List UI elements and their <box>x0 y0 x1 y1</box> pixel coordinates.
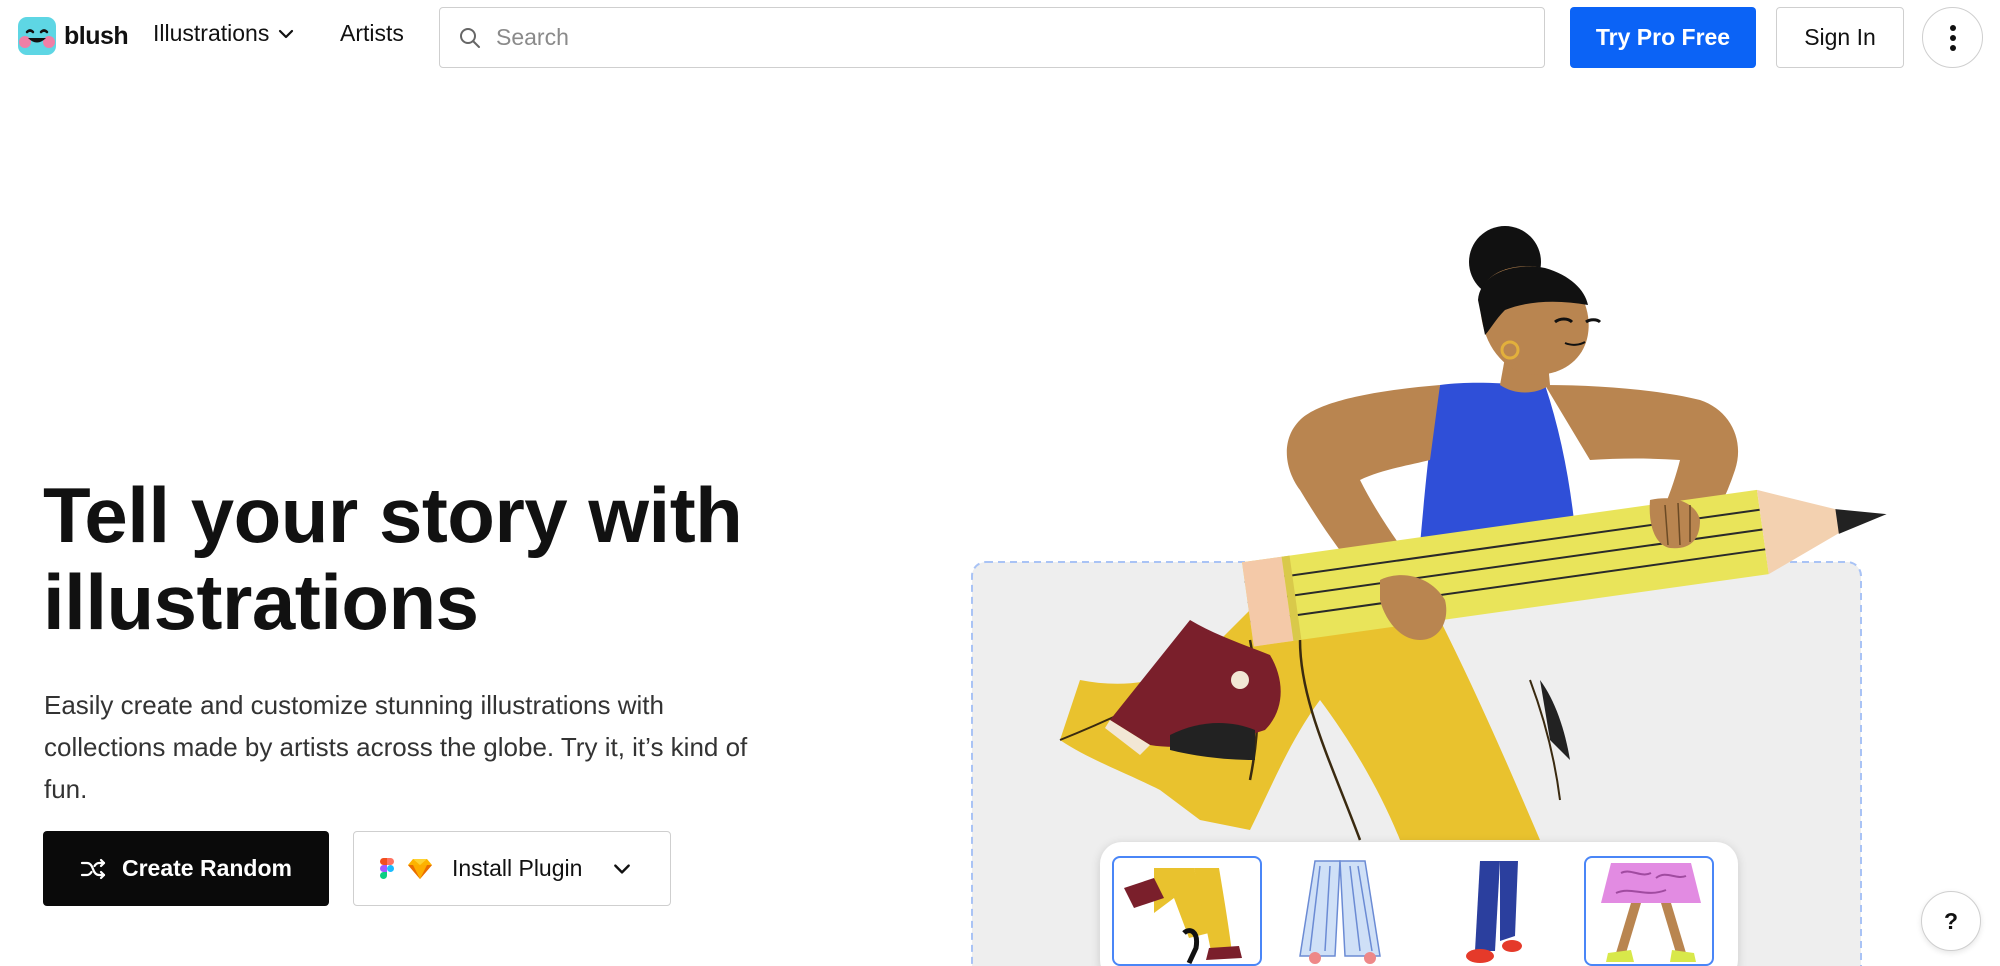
top-navbar: blush Illustrations Artists Try Pro Free… <box>0 0 2000 74</box>
try-pro-free-button[interactable]: Try Pro Free <box>1570 7 1756 68</box>
legs-variant-1-image <box>1124 868 1242 964</box>
hero-title: Tell your story with illustrations <box>43 472 863 646</box>
variant-thumb-4[interactable] <box>1584 856 1714 966</box>
legs-variant-2-image <box>1299 860 1381 964</box>
create-random-label: Create Random <box>122 855 292 881</box>
hero-subtitle-line1: Easily create and customize stunning ill… <box>44 690 664 720</box>
hero-subtitle: Easily create and customize stunning ill… <box>44 684 824 810</box>
install-plugin-label: Install Plugin <box>452 855 583 881</box>
shuffle-icon <box>80 858 106 879</box>
sign-in-button[interactable]: Sign In <box>1776 7 1904 68</box>
variant-thumb-3[interactable] <box>1440 856 1550 966</box>
nav-illustrations-dropdown[interactable]: Illustrations <box>153 20 295 47</box>
install-plugin-dropdown[interactable]: Install Plugin <box>353 831 671 906</box>
hero-subtitle-line2: collections made by artists across the g… <box>44 732 748 762</box>
sketch-icon <box>408 859 432 879</box>
legs-variant-3-image <box>1466 861 1522 963</box>
variant-thumb-1[interactable] <box>1112 856 1262 966</box>
more-menu-button[interactable] <box>1922 7 1983 68</box>
search-bar[interactable] <box>439 7 1545 68</box>
variant-picker <box>1100 842 1738 966</box>
create-random-button[interactable]: Create Random <box>43 831 329 906</box>
more-vertical-icon <box>1949 24 1956 51</box>
nav-artists-label: Artists <box>340 20 404 46</box>
figma-icon <box>380 858 394 879</box>
blush-logo-icon <box>18 17 56 55</box>
nav-artists-link[interactable]: Artists <box>340 20 404 47</box>
hero-title-line1: Tell your story with <box>43 471 743 559</box>
chevron-down-icon <box>279 29 294 38</box>
character-head <box>1469 226 1602 375</box>
hero-title-line2: illustrations <box>43 558 479 646</box>
nav-illustrations-label: Illustrations <box>153 20 270 46</box>
legs-variant-4-image <box>1601 863 1701 962</box>
variant-thumb-2[interactable] <box>1280 856 1400 966</box>
chevron-down-icon <box>614 863 631 874</box>
help-button[interactable]: ? <box>1921 891 1981 951</box>
search-input[interactable] <box>496 24 1496 51</box>
search-icon <box>460 27 480 48</box>
hero-subtitle-line3: fun. <box>44 774 88 804</box>
blush-logo[interactable]: blush <box>18 17 129 55</box>
logo-text: blush <box>64 21 129 50</box>
